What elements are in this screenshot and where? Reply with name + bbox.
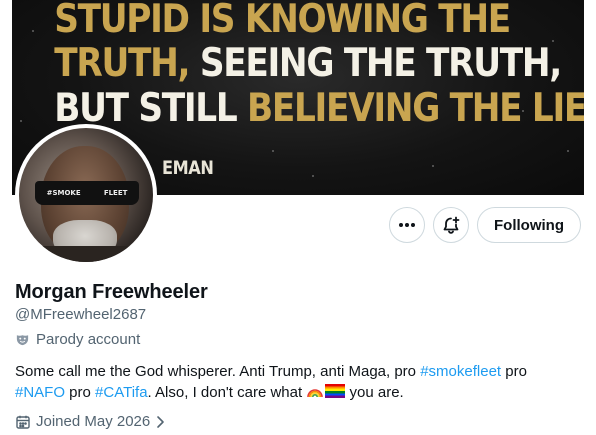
- banner-quote-line-3: BUT STILL BELIEVING THE LIES.: [54, 87, 584, 131]
- bio-text: you are.: [345, 384, 404, 401]
- avatar-shirt: [19, 246, 153, 262]
- joined-date[interactable]: Joined May 2026: [15, 413, 165, 430]
- subscribe-notifications-button[interactable]: [433, 207, 469, 243]
- avatar[interactable]: #SMOKE FLEET: [15, 124, 157, 266]
- avatar-sunglasses: #SMOKE FLEET: [35, 181, 139, 205]
- emoji-group: [306, 382, 346, 400]
- banner-quote-line-2: TRUTH, SEEING THE TRUTH,: [54, 41, 563, 86]
- bio-text: pro: [65, 384, 96, 401]
- banner-quote-word: TRUTH,: [54, 41, 190, 86]
- hashtag-link[interactable]: #CATifa: [95, 384, 148, 401]
- bio-text: Some call me the God whisperer. Anti Tru…: [15, 363, 421, 380]
- avatar-image: #SMOKE FLEET: [19, 128, 153, 262]
- bio: Some call me the God whisperer. Anti Tru…: [15, 362, 585, 403]
- hashtag-link[interactable]: #NAFO: [15, 384, 65, 401]
- chevron-right-icon: [157, 415, 165, 428]
- bio-text: . Also, I don't care what: [147, 384, 307, 401]
- username: @MFreewheel2687: [15, 306, 147, 323]
- parody-text: Parody account: [36, 331, 141, 348]
- following-button[interactable]: Following: [477, 207, 581, 243]
- more-icon: [399, 223, 415, 227]
- hashtag-link[interactable]: #smokefleet: [420, 363, 501, 380]
- parody-label: Parody account: [15, 331, 140, 348]
- pride-flag-icon: [325, 384, 346, 398]
- banner-attribution: EMAN: [162, 157, 214, 179]
- rainbow-icon: [307, 389, 324, 398]
- bell-plus-icon: [443, 216, 460, 234]
- banner-quote-line-1: STUPID IS KNOWING THE: [54, 0, 511, 42]
- glasses-text-right: FLEET: [103, 189, 128, 197]
- banner-quote-text: SEEING THE TRUTH,: [189, 41, 563, 86]
- banner-quote-highlight: BELIEVING THE LIES.: [247, 86, 584, 131]
- joined-text: Joined May 2026: [36, 413, 151, 430]
- glasses-text-left: #SMOKE: [46, 189, 81, 197]
- calendar-icon: [16, 415, 30, 429]
- mask-icon: [16, 335, 29, 346]
- bio-text: pro: [501, 363, 527, 380]
- more-button[interactable]: [389, 207, 425, 243]
- profile-actions: Following: [389, 207, 581, 243]
- display-name: Morgan Freewheeler: [15, 281, 208, 303]
